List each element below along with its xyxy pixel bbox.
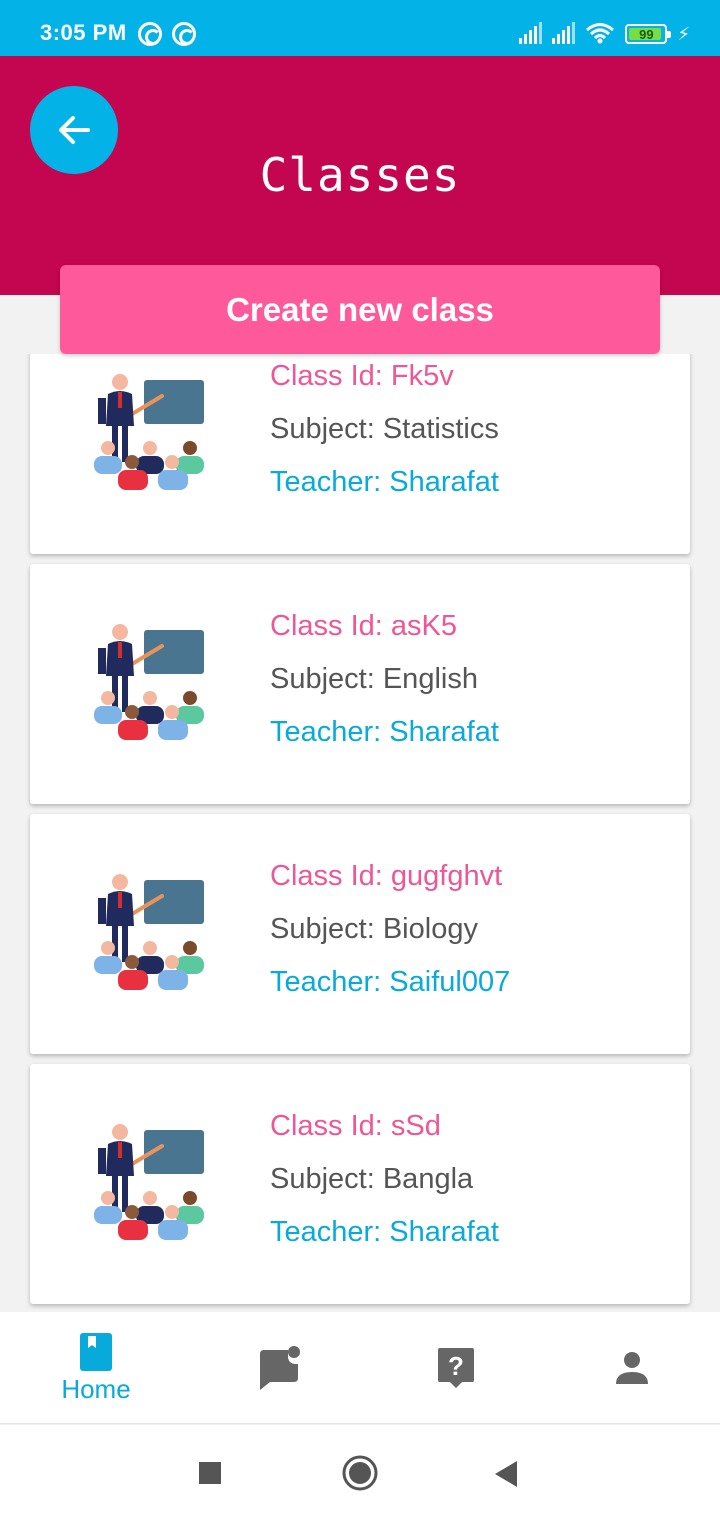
recents-square-icon[interactable] bbox=[198, 1461, 222, 1485]
battery-level: 99 bbox=[639, 26, 654, 42]
nav-help[interactable]: ? bbox=[366, 1312, 546, 1424]
status-bar: 3:05 PM 99 ⚡ bbox=[0, 0, 720, 56]
classroom-teacher-icon bbox=[94, 624, 204, 740]
chat-icon bbox=[260, 1346, 300, 1390]
class-card[interactable]: Class Id: sSd Subject: Bangla Teacher: S… bbox=[30, 1064, 690, 1304]
home-circle-icon[interactable] bbox=[341, 1454, 379, 1492]
nav-messages[interactable] bbox=[190, 1312, 370, 1424]
class-subject-text: Subject: Biology bbox=[270, 913, 478, 945]
app-header: Classes bbox=[0, 56, 720, 295]
class-list[interactable]: Class Id: Fk5v Subject: Statistics Teach… bbox=[0, 354, 720, 1312]
class-teacher-text: Teacher: Sharafat bbox=[270, 1216, 499, 1248]
class-subject-text: Subject: Bangla bbox=[270, 1163, 474, 1195]
signal-icon bbox=[552, 22, 576, 44]
nav-home-label: Home bbox=[61, 1373, 131, 1404]
charging-icon: ⚡ bbox=[677, 24, 690, 44]
class-id-text: Class Id: gugfghvt bbox=[270, 860, 503, 892]
class-card[interactable]: Class Id: asK5 Subject: English Teacher:… bbox=[30, 564, 690, 804]
notification-at-icon bbox=[138, 22, 162, 46]
signal-icon bbox=[519, 22, 543, 44]
class-teacher-text: Teacher: Saiful007 bbox=[270, 966, 511, 998]
class-id-text: Class Id: Fk5v bbox=[270, 360, 454, 392]
help-icon: ? bbox=[438, 1348, 474, 1388]
nav-profile[interactable] bbox=[542, 1312, 720, 1424]
status-time: 3:05 PM bbox=[40, 20, 127, 45]
system-status-icons: 99 ⚡ bbox=[519, 22, 690, 44]
class-subject-text: Subject: Statistics bbox=[270, 413, 499, 445]
wifi-icon bbox=[586, 23, 615, 44]
class-id-text: Class Id: sSd bbox=[270, 1110, 441, 1142]
page-title: Classes bbox=[259, 148, 461, 202]
arrow-left-icon bbox=[59, 116, 90, 144]
notification-at-icon bbox=[172, 22, 196, 46]
class-subject-text: Subject: English bbox=[270, 663, 478, 695]
classroom-teacher-icon bbox=[94, 374, 204, 490]
create-new-class-button[interactable]: Create new class bbox=[60, 265, 660, 354]
bottom-navigation: Home ? bbox=[0, 1312, 720, 1424]
system-navigation-bar bbox=[0, 1425, 720, 1520]
notification-icons bbox=[138, 22, 196, 46]
svg-text:?: ? bbox=[448, 1351, 464, 1381]
back-triangle-icon[interactable] bbox=[494, 1460, 518, 1488]
person-icon bbox=[616, 1352, 648, 1384]
classroom-teacher-icon bbox=[94, 874, 204, 990]
classroom-teacher-icon bbox=[94, 1124, 204, 1240]
class-id-text: Class Id: asK5 bbox=[270, 610, 457, 642]
book-icon bbox=[80, 1332, 112, 1371]
class-teacher-text: Teacher: Sharafat bbox=[270, 716, 499, 748]
battery-icon: 99 bbox=[625, 24, 672, 44]
class-teacher-text: Teacher: Sharafat bbox=[270, 466, 499, 498]
class-card[interactable]: Class Id: gugfghvt Subject: Biology Teac… bbox=[30, 814, 690, 1054]
nav-home[interactable]: Home bbox=[6, 1312, 186, 1424]
class-card[interactable]: Class Id: Fk5v Subject: Statistics Teach… bbox=[30, 354, 690, 554]
